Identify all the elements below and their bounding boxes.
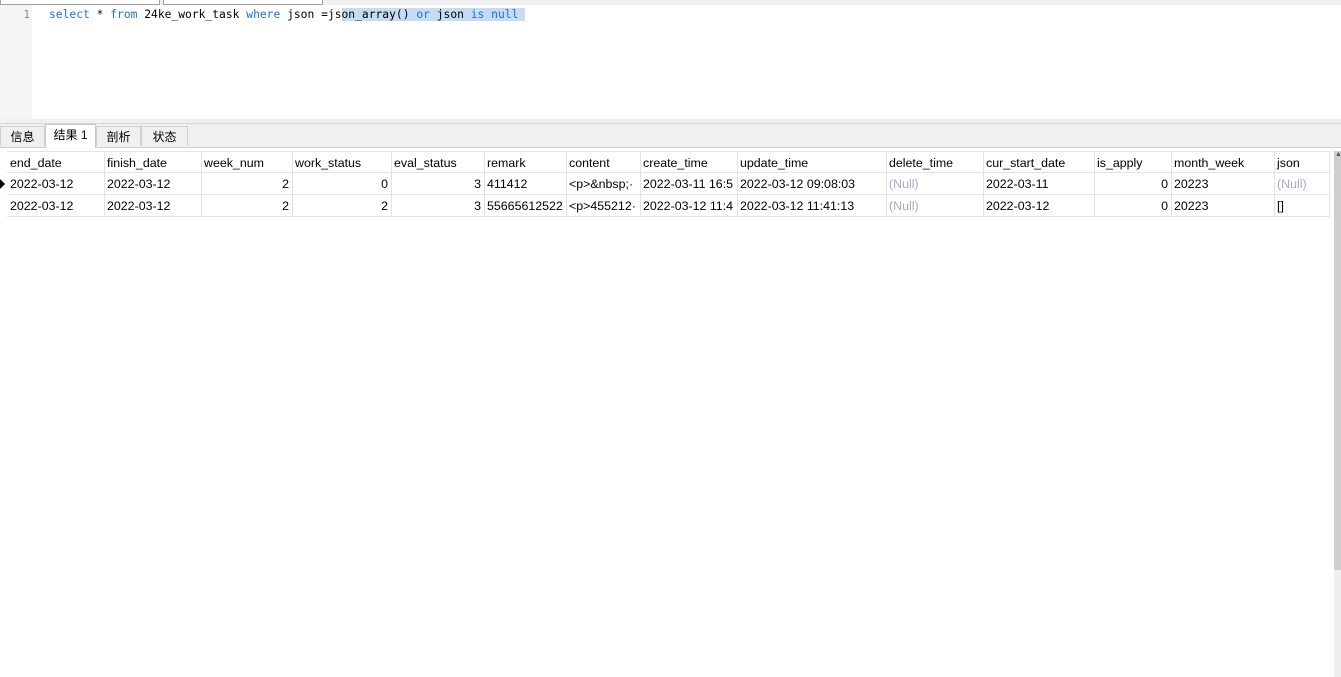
cell-content[interactable]: <p>&nbsp;·	[566, 173, 641, 195]
cell-eval-status[interactable]: 3	[391, 173, 485, 195]
cell-json[interactable]: []	[1274, 195, 1330, 217]
cell-content[interactable]: <p>455212·	[566, 195, 641, 217]
selected-text: on_array() or json is null	[341, 8, 526, 21]
cell-week-num[interactable]: 2	[201, 173, 293, 195]
cell-create-time[interactable]: 2022-03-12 11:4	[640, 195, 738, 217]
cell-end-date[interactable]: 2022-03-12	[7, 195, 105, 217]
column-header[interactable]: create_time	[640, 151, 738, 173]
cell-week-num[interactable]: 2	[201, 195, 293, 217]
column-header[interactable]: delete_time	[886, 151, 984, 173]
keyword-select: select	[49, 8, 90, 21]
tab-profile[interactable]: 剖析	[96, 126, 141, 146]
column-header[interactable]: end_date	[7, 151, 105, 173]
cell-month-week[interactable]: 20223	[1171, 173, 1275, 195]
cell-end-date[interactable]: 2022-03-12	[7, 173, 105, 195]
cell-is-apply[interactable]: 0	[1094, 195, 1172, 217]
cell-cur-start-date[interactable]: 2022-03-11	[983, 173, 1095, 195]
cell-finish-date[interactable]: 2022-03-12	[104, 195, 202, 217]
keyword-null: null	[491, 8, 519, 21]
query-condition: json =js	[280, 8, 342, 21]
query-table-name: 24ke_work_task	[137, 8, 247, 21]
keyword-or: or	[416, 8, 430, 21]
cell-delete-time[interactable]: (Null)	[886, 173, 984, 195]
column-header[interactable]: eval_status	[391, 151, 485, 173]
cell-work-status[interactable]: 0	[292, 173, 392, 195]
current-row-marker-icon	[0, 179, 5, 189]
query-star: *	[89, 8, 111, 21]
cell-remark[interactable]: 411412	[484, 173, 567, 195]
keyword-from: from	[110, 8, 138, 21]
column-header[interactable]: is_apply	[1094, 151, 1172, 173]
column-header[interactable]: json	[1274, 151, 1330, 173]
cell-delete-time[interactable]: (Null)	[886, 195, 984, 217]
column-header[interactable]: month_week	[1171, 151, 1275, 173]
cell-remark[interactable]: 55665612522	[484, 195, 567, 217]
query-column: json	[429, 8, 471, 21]
column-header[interactable]: work_status	[292, 151, 392, 173]
query-function: on_array()	[341, 8, 410, 21]
cell-month-week[interactable]: 20223	[1171, 195, 1275, 217]
scroll-up-arrow-icon[interactable]: ▲	[1335, 151, 1341, 158]
cell-update-time[interactable]: 2022-03-12 11:41:13	[737, 195, 887, 217]
column-header[interactable]: week_num	[201, 151, 293, 173]
keyword-where: where	[246, 8, 281, 21]
result-tabs: 信息 结果 1 剖析 状态	[0, 124, 1341, 148]
column-header[interactable]: content	[566, 151, 641, 173]
cell-is-apply[interactable]: 0	[1094, 173, 1172, 195]
cell-update-time[interactable]: 2022-03-12 09:08:03	[737, 173, 887, 195]
cell-cur-start-date[interactable]: 2022-03-12	[983, 195, 1095, 217]
line-number: 1	[23, 8, 30, 21]
keyword-is: is	[470, 8, 485, 21]
cell-eval-status[interactable]: 3	[391, 195, 485, 217]
column-header[interactable]: finish_date	[104, 151, 202, 173]
cell-json[interactable]: (Null)	[1274, 173, 1330, 195]
vertical-scrollbar-track[interactable]	[1334, 570, 1341, 677]
cell-finish-date[interactable]: 2022-03-12	[104, 173, 202, 195]
tab-status[interactable]: 状态	[141, 126, 188, 146]
column-header[interactable]: update_time	[737, 151, 887, 173]
tab-result-1[interactable]: 结果 1	[45, 124, 96, 148]
column-header[interactable]: remark	[484, 151, 567, 173]
sql-editor[interactable]: 1 select * from 24ke_work_task where jso…	[0, 5, 1341, 119]
tab-info[interactable]: 信息	[0, 126, 45, 146]
cell-work-status[interactable]: 2	[292, 195, 392, 217]
vertical-scrollbar[interactable]	[1334, 151, 1341, 570]
sql-query-text[interactable]: select * from 24ke_work_task where json …	[49, 7, 526, 22]
column-header[interactable]: cur_start_date	[983, 151, 1095, 173]
cell-create-time[interactable]: 2022-03-11 16:5	[640, 173, 738, 195]
line-number-gutter: 1	[0, 5, 32, 119]
